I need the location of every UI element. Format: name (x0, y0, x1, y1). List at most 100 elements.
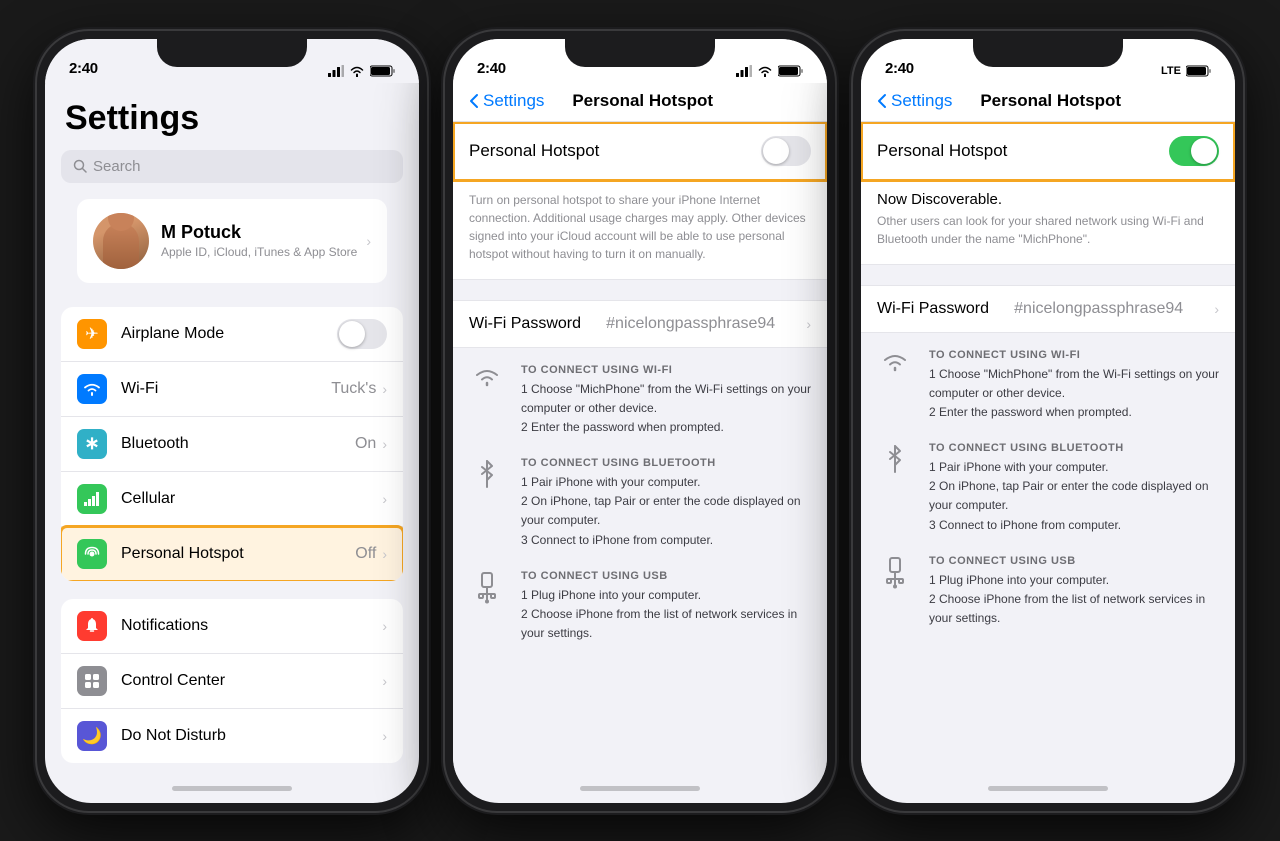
wifi-label: Wi-Fi (121, 380, 331, 398)
control-center-label: Control Center (121, 672, 382, 690)
connect-bt-steps-2: 1 Pair iPhone with your computer.2 On iP… (521, 473, 811, 550)
airplane-label: Airplane Mode (121, 325, 337, 343)
connect-wifi-text-3: TO CONNECT USING WI-FI 1 Choose "MichPho… (929, 349, 1219, 423)
battery-icon-2 (778, 65, 803, 77)
cellular-label: Cellular (121, 490, 382, 508)
wifi-password-row-3[interactable]: Wi-Fi Password #nicelongpassphrase94 › (861, 285, 1235, 333)
control-center-icon (77, 666, 107, 696)
phone-3: 2:40 LTE Settings Personal Hotspot (853, 31, 1243, 811)
nav-bar-3: Settings Personal Hotspot (861, 83, 1235, 122)
profile-subtitle: Apple ID, iCloud, iTunes & App Store (161, 245, 357, 259)
cellular-row[interactable]: Cellular › (61, 472, 403, 527)
connect-wifi-icon-3 (877, 349, 913, 373)
airplane-icon: ✈ (77, 319, 107, 349)
connect-bt-icon-3 (877, 442, 913, 474)
wifi-password-chevron-3: › (1214, 301, 1219, 317)
connect-wifi-title-3: TO CONNECT USING WI-FI (929, 349, 1219, 361)
wifi-icon (349, 65, 365, 77)
control-center-row[interactable]: Control Center › (61, 654, 403, 709)
nav-title-3: Personal Hotspot (980, 91, 1121, 111)
hotspot-value: Off (355, 545, 376, 563)
status-time-2: 2:40 (477, 60, 506, 77)
connect-bt-title-2: TO CONNECT USING BLUETOOTH (521, 457, 811, 469)
home-indicator-1 (45, 775, 419, 803)
discoverable-note: Now Discoverable. Other users can look f… (861, 181, 1235, 265)
wifi-password-row-2[interactable]: Wi-Fi Password #nicelongpassphrase94 › (453, 300, 827, 348)
bluetooth-row[interactable]: ∗ Bluetooth On › (61, 417, 403, 472)
connect-bt-3: TO CONNECT USING BLUETOOTH 1 Pair iPhone… (877, 442, 1219, 535)
dnd-row[interactable]: 🌙 Do Not Disturb › (61, 709, 403, 763)
wifi-icon-2 (757, 65, 773, 77)
wifi-value: Tuck's (331, 380, 376, 398)
connect-usb-icon-2 (469, 570, 505, 604)
status-time-3: 2:40 (885, 60, 914, 77)
hotspot-toggle-label-2: Personal Hotspot (469, 141, 599, 161)
profile-info: M Potuck Apple ID, iCloud, iTunes & App … (161, 222, 357, 259)
search-placeholder: Search (93, 158, 141, 175)
connect-usb-icon-3 (877, 555, 913, 589)
nav-back-3[interactable]: Settings (877, 91, 952, 111)
airplane-toggle[interactable] (337, 319, 387, 349)
airplane-toggle-thumb (339, 321, 365, 347)
status-icons-3: LTE (1161, 65, 1211, 77)
connect-bt-text-3: TO CONNECT USING BLUETOOTH 1 Pair iPhone… (929, 442, 1219, 535)
hotspot-toggle-section-2[interactable]: Personal Hotspot (453, 122, 827, 181)
hotspot-content-3[interactable]: Personal Hotspot Now Discoverable. Other… (861, 122, 1235, 775)
connect-usb-2: TO CONNECT USING USB 1 Plug iPhone into … (469, 570, 811, 644)
phone-2: 2:40 (445, 31, 835, 811)
connect-wifi-2: TO CONNECT USING WI-FI 1 Choose "MichPho… (469, 364, 811, 438)
wifi-row[interactable]: Wi-Fi Tuck's › (61, 362, 403, 417)
wifi-password-chevron-2: › (806, 316, 811, 332)
nav-back-2[interactable]: Settings (469, 91, 544, 111)
hotspot-toggle-2[interactable] (761, 136, 811, 166)
wifi-password-label-3: Wi-Fi Password (877, 300, 989, 318)
nav-back-label-3: Settings (891, 91, 952, 111)
home-bar-2 (580, 786, 700, 791)
hotspot-toggle-thumb-2 (763, 138, 789, 164)
phone-3-screen: 2:40 LTE Settings Personal Hotspot (861, 39, 1235, 803)
hotspot-description-2: Turn on personal hotspot to share your i… (453, 181, 827, 280)
battery-icon-3 (1186, 65, 1211, 77)
notifications-label: Notifications (121, 617, 382, 635)
profile-chevron: › (366, 233, 371, 249)
connect-usb-title-2: TO CONNECT USING USB (521, 570, 811, 582)
bluetooth-chevron: › (382, 436, 387, 452)
connect-usb-text-3: TO CONNECT USING USB 1 Plug iPhone into … (929, 555, 1219, 629)
nav-title-2: Personal Hotspot (572, 91, 713, 111)
dnd-icon: 🌙 (77, 721, 107, 751)
connect-bt-title-3: TO CONNECT USING BLUETOOTH (929, 442, 1219, 454)
hotspot-desc-text-2: Turn on personal hotspot to share your i… (469, 193, 806, 261)
wifi-password-label-2: Wi-Fi Password (469, 315, 581, 333)
settings-scroll[interactable]: M Potuck Apple ID, iCloud, iTunes & App … (45, 199, 419, 775)
discoverable-sub: Other users can look for your shared net… (877, 212, 1219, 248)
connect-wifi-3: TO CONNECT USING WI-FI 1 Choose "MichPho… (877, 349, 1219, 423)
hotspot-chevron: › (382, 546, 387, 562)
notch-1 (157, 39, 307, 67)
search-bar[interactable]: Search (61, 150, 403, 183)
personal-hotspot-row[interactable]: Personal Hotspot Off › (61, 527, 403, 581)
notifications-chevron: › (382, 618, 387, 634)
signal-icon (328, 65, 344, 77)
profile-row[interactable]: M Potuck Apple ID, iCloud, iTunes & App … (77, 199, 387, 283)
connect-section-3: TO CONNECT USING WI-FI 1 Choose "MichPho… (861, 333, 1235, 665)
connect-bt-text-2: TO CONNECT USING BLUETOOTH 1 Pair iPhone… (521, 457, 811, 550)
hotspot-toggle-section-3[interactable]: Personal Hotspot (861, 122, 1235, 181)
hotspot-icon (77, 539, 107, 569)
search-icon (73, 159, 87, 173)
airplane-mode-row[interactable]: ✈ Airplane Mode (61, 307, 403, 362)
cellular-chevron: › (382, 491, 387, 507)
hotspot-toggle-3[interactable] (1169, 136, 1219, 166)
hotspot-content-2[interactable]: Personal Hotspot Turn on personal hotspo… (453, 122, 827, 775)
hotspot-toggle-thumb-3 (1191, 138, 1217, 164)
avatar (93, 213, 149, 269)
profile-name: M Potuck (161, 222, 357, 243)
status-time-1: 2:40 (69, 60, 98, 77)
notifications-row[interactable]: Notifications › (61, 599, 403, 654)
avatar-person (103, 223, 139, 269)
connect-usb-text-2: TO CONNECT USING USB 1 Plug iPhone into … (521, 570, 811, 644)
connect-usb-3: TO CONNECT USING USB 1 Plug iPhone into … (877, 555, 1219, 629)
connect-wifi-title-2: TO CONNECT USING WI-FI (521, 364, 811, 376)
connect-wifi-text-2: TO CONNECT USING WI-FI 1 Choose "MichPho… (521, 364, 811, 438)
connect-wifi-steps-3: 1 Choose "MichPhone" from the Wi-Fi sett… (929, 365, 1219, 423)
phone-1: 2:40 (37, 31, 427, 811)
